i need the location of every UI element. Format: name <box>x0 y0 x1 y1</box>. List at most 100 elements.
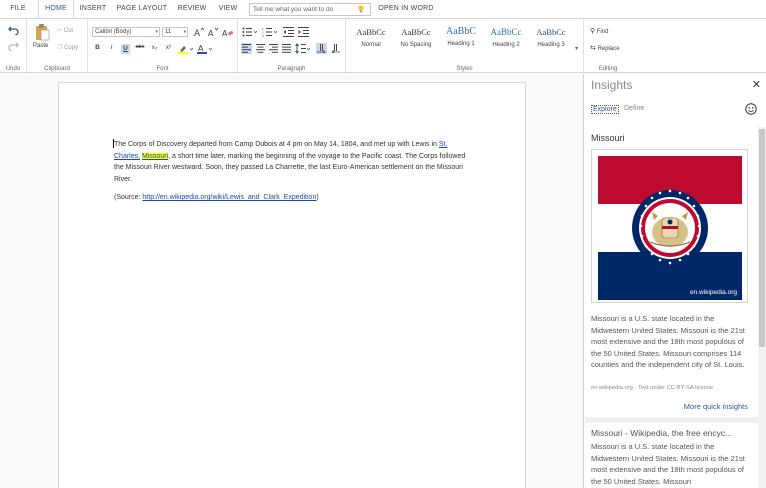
justify-icon[interactable] <box>282 44 291 53</box>
highlighter-icon[interactable] <box>178 44 194 54</box>
license-text: en.wikipedia.org · Text under CC-BY-SA l… <box>591 385 714 391</box>
result-divider <box>585 417 758 423</box>
insights-pane: Insights ✕ Explore Define Missouri en.wi… <box>585 74 766 488</box>
grow-font-icon[interactable]: A <box>194 27 204 37</box>
clipboard-group: Paste ✂ Cut ❐ Copy Clipboard <box>27 19 88 73</box>
ltr-button[interactable] <box>316 43 327 54</box>
strikethrough-button[interactable]: abc <box>134 44 146 50</box>
style-no-spacing[interactable]: AaBbCc No Spacing <box>394 27 438 57</box>
source-citation: (Source: http://en.wikipedia.org/wiki/Le… <box>114 192 474 203</box>
style-sample: AaBbCc <box>490 27 522 37</box>
underline-button[interactable]: U <box>121 44 130 54</box>
style-sample: AaBbCc <box>356 27 386 37</box>
paste-button[interactable]: Paste <box>31 22 53 52</box>
superscript-button[interactable]: x² <box>163 44 174 51</box>
replace-icon: ⇆ <box>590 45 596 52</box>
find-label: Find <box>596 29 609 35</box>
source-prefix: (Source: <box>114 194 143 201</box>
ribbon-tab-bar: FILE HOME INSERT PAGE LAYOUT REVIEW VIEW… <box>0 0 766 18</box>
clear-formatting-icon[interactable]: A <box>222 27 233 37</box>
cut-button[interactable]: ✂ Cut <box>57 27 73 34</box>
tab-define[interactable]: Define <box>624 105 644 112</box>
insights-scrollbar[interactable] <box>758 127 766 488</box>
undo-icon[interactable] <box>8 25 19 35</box>
align-left-button[interactable] <box>241 43 252 54</box>
svg-text:A: A <box>198 44 204 53</box>
more-quick-insights-link[interactable]: More quick insights <box>684 402 748 411</box>
shrink-font-icon[interactable]: A <box>208 27 218 37</box>
chevron-down-icon: ▾ <box>183 29 186 35</box>
close-icon[interactable]: ✕ <box>752 80 761 91</box>
tell-me-search-input[interactable]: Tell me what you want to do <box>249 3 371 16</box>
scissors-icon: ✂ <box>57 28 63 34</box>
style-sample: AaBbCc <box>401 27 431 37</box>
replace-button[interactable]: ⇆ Replace <box>590 44 620 52</box>
tab-explore[interactable]: Explore <box>591 105 619 114</box>
paragraph-group-label: Paragraph <box>277 66 306 72</box>
result-title[interactable]: Missouri - Wikipedia, the free encyc... <box>591 428 751 438</box>
chevron-down-icon: ▾ <box>155 29 158 35</box>
font-family-select[interactable]: Calibri (Body) ▾ <box>92 27 160 37</box>
font-color-icon[interactable]: A <box>197 44 213 54</box>
line-spacing-icon[interactable] <box>295 43 311 54</box>
copy-icon: ❐ <box>57 45 63 51</box>
editing-group: ⚲ Find ⇆ Replace Editing <box>584 19 632 73</box>
document-page[interactable]: The Corps of Discovery departed from Cam… <box>58 82 526 488</box>
tab-insert[interactable]: INSERT <box>78 0 108 18</box>
redo-icon[interactable] <box>8 41 19 51</box>
align-right-icon[interactable] <box>269 44 278 53</box>
tab-review[interactable]: REVIEW <box>175 0 209 18</box>
document-canvas[interactable]: The Corps of Discovery departed from Cam… <box>0 74 584 488</box>
numbering-icon[interactable]: 1 2 3 <box>262 27 278 37</box>
missouri-flag-card[interactable]: en.wikipedia.org <box>591 149 748 303</box>
document-paragraph[interactable]: The Corps of Discovery departed from Cam… <box>114 139 474 185</box>
source-link[interactable]: http://en.wikipedia.org/wiki/Lewis_and_C… <box>142 194 316 201</box>
find-button[interactable]: ⚲ Find <box>590 27 608 35</box>
style-heading-3[interactable]: AaBbCc Heading 3 <box>529 27 573 57</box>
bold-button[interactable]: B <box>93 44 102 51</box>
font-group-label: Font <box>156 66 169 72</box>
styles-more-chevron-icon[interactable]: ▾ <box>575 45 578 52</box>
binoculars-icon: ⚲ <box>590 28 596 35</box>
paste-label: Paste <box>33 43 49 49</box>
svg-text:A: A <box>222 29 228 37</box>
italic-button[interactable]: I <box>107 44 116 51</box>
font-size-value: 11 <box>165 29 172 35</box>
insights-results[interactable]: Missouri en.wikipedia.org Missouri is a … <box>585 127 758 488</box>
editing-group-label: Editing <box>598 66 618 72</box>
style-name: Heading 1 <box>447 41 475 47</box>
style-name: Heading 3 <box>537 42 565 48</box>
smiley-feedback-icon[interactable] <box>745 103 757 115</box>
bullets-icon[interactable] <box>242 27 258 37</box>
styles-group: AaBbCc Normal AaBbCc No Spacing AaBbC He… <box>346 19 584 73</box>
paste-icon <box>36 24 50 41</box>
style-heading-2[interactable]: AaBbCc Heading 2 <box>484 27 528 57</box>
lightbulb-icon <box>358 5 364 13</box>
decrease-indent-icon[interactable] <box>283 27 294 37</box>
copy-button[interactable]: ❐ Copy <box>57 44 78 51</box>
insight-description: Missouri is a U.S. state located in the … <box>591 314 745 369</box>
scrollbar-thumb[interactable] <box>759 129 765 347</box>
tab-page-layout[interactable]: PAGE LAYOUT <box>115 0 169 18</box>
insight-heading: Missouri <box>591 133 625 143</box>
font-family-value: Calibri (Body) <box>95 29 132 35</box>
style-heading-1[interactable]: AaBbC Heading 1 <box>439 26 483 57</box>
tab-home[interactable]: HOME <box>38 0 74 18</box>
ribbon: Undo Paste ✂ Cut ❐ Copy Clipboard Calibr… <box>0 18 766 73</box>
font-group: Calibri (Body) ▾ 11 ▾ A A A B I U abc x₂… <box>88 19 238 73</box>
tell-me-placeholder: Tell me what you want to do <box>253 6 334 13</box>
paragraph-group: 1 2 3 Paragraph <box>238 19 346 73</box>
increase-indent-icon[interactable] <box>298 27 309 37</box>
undo-group: Undo <box>0 19 27 73</box>
missouri-link[interactable]: Missouri <box>142 152 169 160</box>
align-center-icon[interactable] <box>256 44 265 53</box>
tab-view[interactable]: VIEW <box>214 0 242 18</box>
right-to-left-icon[interactable] <box>331 44 340 53</box>
tab-file[interactable]: FILE <box>4 0 32 18</box>
svg-text:A: A <box>194 29 201 37</box>
style-normal[interactable]: AaBbCc Normal <box>349 27 393 57</box>
font-size-select[interactable]: 11 ▾ <box>162 27 188 37</box>
subscript-button[interactable]: x₂ <box>149 44 160 51</box>
align-left-icon <box>242 44 251 53</box>
open-in-word-button[interactable]: OPEN IN WORD <box>376 0 436 18</box>
